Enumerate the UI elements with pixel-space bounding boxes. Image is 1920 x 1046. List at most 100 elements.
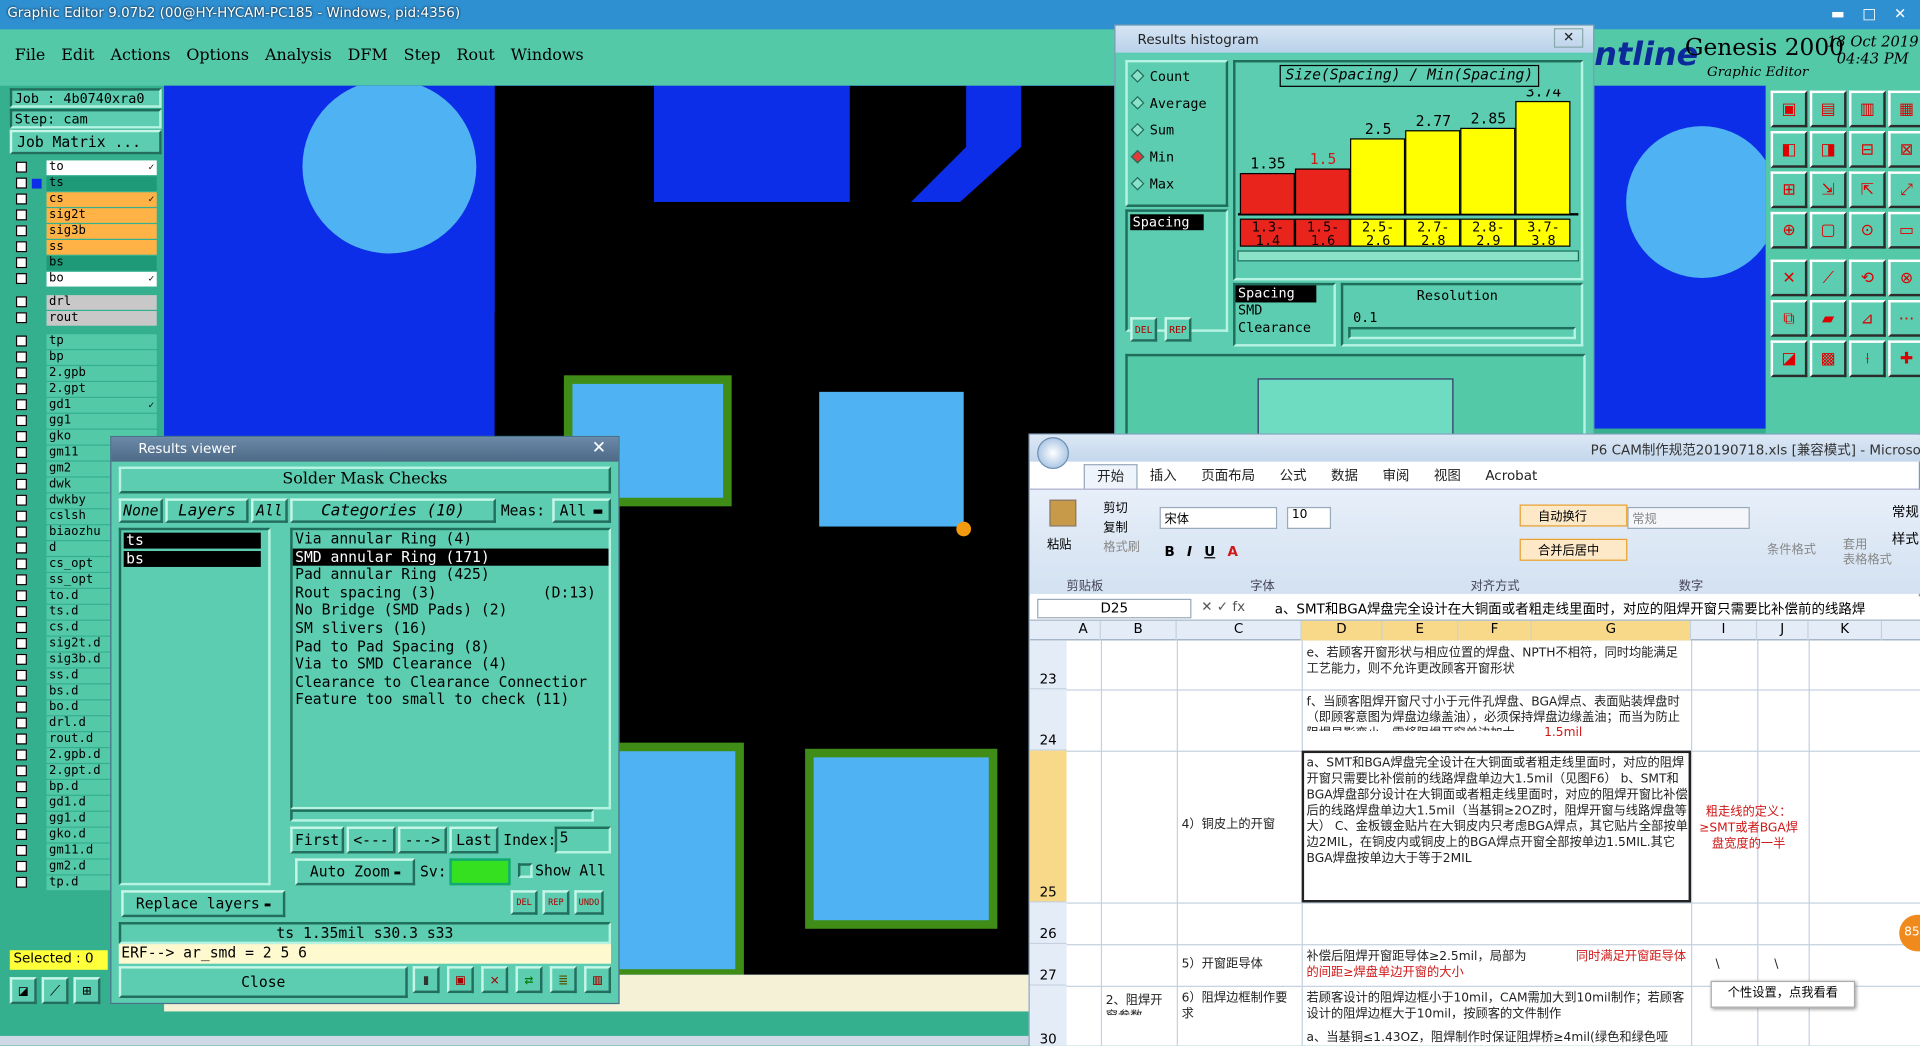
layer-row[interactable]: bo ✓ <box>10 271 162 287</box>
layer-filter-item[interactable]: bs <box>123 550 261 567</box>
ribbon-tab-5[interactable]: 审阅 <box>1370 464 1421 488</box>
layer-checkbox[interactable] <box>15 590 27 602</box>
layer-checkbox[interactable] <box>15 415 27 427</box>
category-item[interactable]: Clearance to Clearance Connectior <box>293 673 609 691</box>
style-button[interactable]: 样式 <box>1892 529 1919 549</box>
close-button[interactable]: Close <box>118 966 408 998</box>
layer-name[interactable]: ts <box>46 175 157 191</box>
column-header-G[interactable]: G <box>1531 620 1692 641</box>
layer-checkbox[interactable] <box>15 797 27 809</box>
wrap-text-button[interactable]: 自动换行 <box>1519 504 1628 527</box>
prev-button[interactable]: <--- <box>346 826 396 854</box>
layer-checkbox[interactable] <box>15 637 27 649</box>
menu-rout[interactable]: Rout <box>457 47 495 65</box>
cell-styles-button[interactable]: 常规 <box>1892 502 1919 522</box>
formula-input[interactable]: a、SMT和BGA焊盘完全设计在大铜面或者粗走线里面时，对应的阻焊开窗只需要比补… <box>1275 599 1866 619</box>
italic-button[interactable]: I <box>1187 544 1192 560</box>
format-painter-button[interactable]: 格式刷 <box>1103 536 1140 554</box>
ribbon-tab-3[interactable]: 公式 <box>1267 464 1318 488</box>
layer-checkbox[interactable] <box>15 193 27 205</box>
layer-row[interactable]: bs <box>10 255 162 271</box>
row-header-25[interactable]: 25 <box>1029 750 1067 903</box>
cell-d30[interactable]: a、当基铜≤1.43OZ，阻焊制作时保证阻焊桥≥4mil(绿色和绿色哑光)，黑色… <box>1307 1030 1689 1046</box>
layer-checkbox[interactable] <box>15 257 27 269</box>
layer-name[interactable]: to ✓ <box>46 159 157 175</box>
row-header-30[interactable]: 30 <box>1029 985 1067 1046</box>
category-item[interactable]: Via annular Ring (4) <box>293 530 609 548</box>
name-box[interactable]: D25 <box>1037 598 1192 619</box>
layer-name[interactable]: bs <box>46 255 157 271</box>
check-type-list[interactable]: Spacing SMD Clearance <box>1233 282 1336 347</box>
tool-icon[interactable]: ⊙ <box>1848 211 1886 249</box>
categories-button[interactable]: Categories (10) <box>290 498 496 523</box>
cell-c26[interactable]: 5）开窗距导体 <box>1182 956 1300 973</box>
tool-icon[interactable]: ⊕ <box>1770 211 1808 249</box>
column-header-E[interactable]: E <box>1382 620 1459 641</box>
ribbon-tab-2[interactable]: 页面布局 <box>1189 464 1267 488</box>
chart-icon[interactable]: ▮ <box>412 966 440 994</box>
layer-checkbox[interactable] <box>15 312 27 324</box>
layer-checkbox[interactable] <box>15 606 27 618</box>
cell-d25[interactable]: a、SMT和BGA焊盘完全设计在大铜面或者粗走线里面时，对应的阻焊开窗只需要比补… <box>1307 756 1689 900</box>
tool-icon[interactable]: ▥ <box>1848 90 1886 128</box>
none-button[interactable]: None <box>118 498 163 523</box>
category-item[interactable]: Pad to Pad Spacing (8) <box>293 637 609 655</box>
tool-icon[interactable]: ◨ <box>1809 131 1847 168</box>
layer-checkbox[interactable] <box>15 813 27 825</box>
aggregate-option-average[interactable]: Average <box>1128 89 1226 116</box>
layer-checkbox[interactable] <box>15 717 27 729</box>
check-type-item[interactable]: Clearance <box>1236 320 1334 337</box>
menu-step[interactable]: Step <box>404 47 441 65</box>
layer-name[interactable]: sig3b <box>46 223 157 239</box>
layer-row[interactable]: to ✓ <box>10 159 162 175</box>
layer-checkbox[interactable] <box>15 653 27 665</box>
layer-name[interactable]: drl <box>46 294 157 310</box>
tool-icon[interactable]: ⊠ <box>1888 131 1920 168</box>
category-item[interactable]: Feature too small to check (11) <box>293 691 609 709</box>
office-button[interactable] <box>1037 437 1069 469</box>
category-item[interactable]: SMD annular Ring (171) <box>292 548 609 566</box>
viewer-del-button[interactable]: DEL <box>510 890 538 915</box>
layer-checkbox[interactable] <box>15 622 27 634</box>
row-header-27[interactable]: 27 <box>1029 944 1067 986</box>
viewer-title-bar[interactable]: Results viewer ✕ <box>111 437 619 462</box>
all-button[interactable]: All <box>251 498 288 523</box>
layer-row[interactable]: gd1 ✓ <box>10 397 162 413</box>
job-matrix-button[interactable]: Job Matrix ... <box>9 129 162 155</box>
tool-icon[interactable]: ⤢ <box>1888 171 1920 209</box>
category-item[interactable]: No Bridge (SMD Pads) (2) <box>293 602 609 620</box>
sheet-grid[interactable]: A B C D E F G I J K 23 24 25 26 27 30 e、若顾客开窗形状与相应位置的焊盘、… <box>1029 620 1920 1046</box>
ribbon-tab-7[interactable]: Acrobat <box>1473 464 1549 488</box>
number-format-select[interactable]: 常规 <box>1627 506 1750 529</box>
ribbon-tab-4[interactable]: 数据 <box>1319 464 1370 488</box>
column-header-D[interactable]: D <box>1301 620 1383 641</box>
layer-row[interactable]: tp <box>10 333 162 349</box>
first-button[interactable]: First <box>290 826 345 854</box>
aggregate-option-sum[interactable]: Sum <box>1128 116 1226 143</box>
tool-icon[interactable]: ▤ <box>1809 90 1847 128</box>
last-button[interactable]: Last <box>449 826 499 854</box>
maximize-icon[interactable]: □ <box>1862 5 1876 22</box>
tool-icon[interactable]: ⋯ <box>1888 300 1920 337</box>
tool-icon[interactable]: ◧ <box>1770 131 1808 168</box>
delete-marks-icon[interactable]: ✕ <box>481 966 509 994</box>
layer-name[interactable]: ss <box>46 239 157 255</box>
layer-row[interactable]: drl <box>10 294 162 310</box>
layer-checkbox[interactable] <box>15 685 27 697</box>
layer-checkbox[interactable] <box>15 574 27 586</box>
report-icon[interactable]: ▣ <box>446 966 474 994</box>
cell-i26[interactable]: \ <box>1716 956 1740 973</box>
menu-options[interactable]: Options <box>186 47 249 65</box>
tool-icon[interactable]: ⊗ <box>1888 259 1920 297</box>
histogram-close-icon[interactable]: ✕ <box>1553 28 1584 48</box>
font-color-button[interactable]: A <box>1227 544 1237 560</box>
layer-checkbox[interactable] <box>15 765 27 777</box>
layer-row[interactable]: ss <box>10 239 162 255</box>
menu-actions[interactable]: Actions <box>110 47 170 65</box>
layer-checkbox[interactable] <box>15 335 27 347</box>
menu-file[interactable]: File <box>15 47 46 65</box>
layer-checkbox[interactable] <box>15 669 27 681</box>
measure-icon[interactable]: ⟋ <box>41 977 69 1005</box>
layer-row[interactable]: rout <box>10 310 162 326</box>
paste-icon[interactable] <box>1049 499 1077 527</box>
